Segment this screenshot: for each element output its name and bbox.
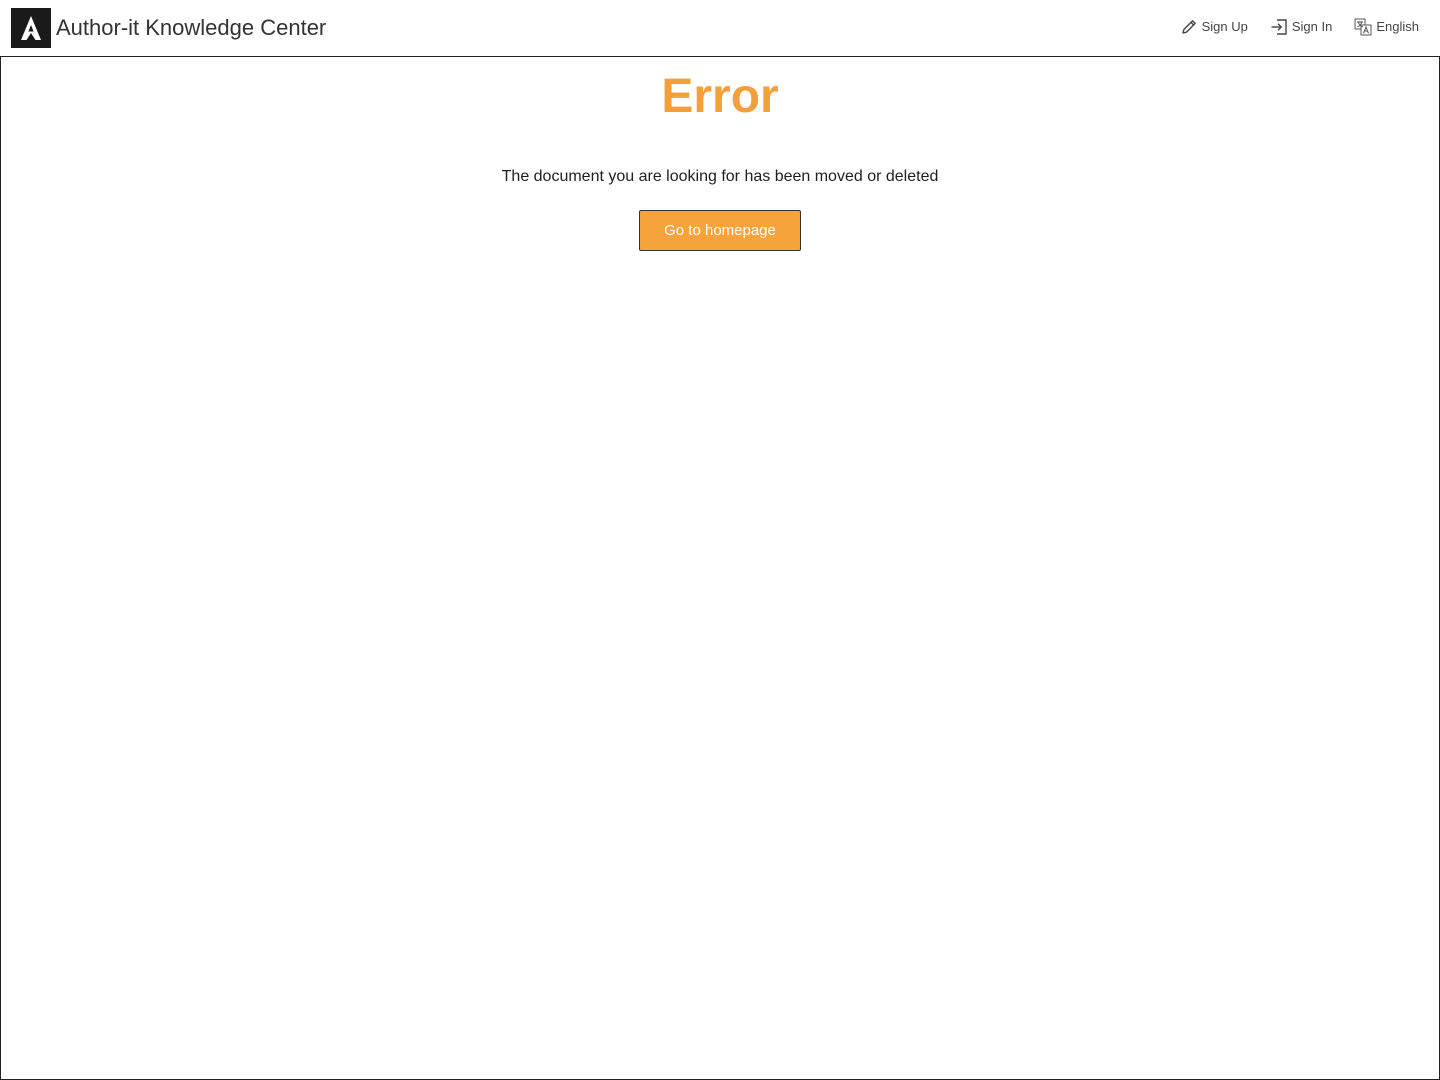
sign-in-link[interactable]: Sign In — [1270, 17, 1332, 37]
error-title: Error — [661, 70, 779, 123]
sign-in-icon — [1271, 19, 1287, 35]
language-selector[interactable]: English — [1354, 17, 1419, 37]
top-header: Author-it Knowledge Center Sign Up Sign … — [0, 0, 1440, 56]
language-label: English — [1376, 19, 1419, 34]
translate-icon — [1354, 18, 1372, 36]
header-nav: Sign Up Sign In English — [1158, 16, 1419, 38]
app-title[interactable]: Author-it Knowledge Center — [56, 14, 326, 42]
main-content: Error The document you are looking for h… — [0, 56, 1440, 1080]
error-message: The document you are looking for has bee… — [501, 168, 939, 185]
sign-up-label: Sign Up — [1201, 19, 1248, 34]
pencil-icon — [1181, 20, 1196, 34]
go-to-homepage-button[interactable]: Go to homepage — [639, 210, 801, 251]
sign-up-link[interactable]: Sign Up — [1180, 17, 1248, 37]
sign-in-label: Sign In — [1291, 19, 1333, 34]
author-it-logo-icon[interactable] — [11, 8, 51, 48]
